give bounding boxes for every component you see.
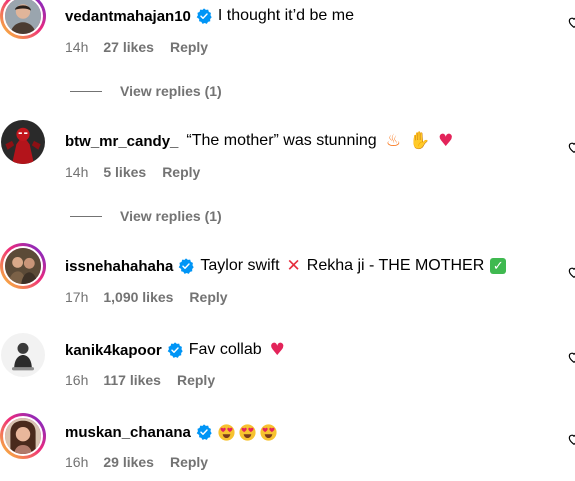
fire-emoji: ♨ <box>385 131 401 151</box>
avatar-photo <box>1 120 45 164</box>
verified-badge-icon <box>196 8 212 24</box>
reply-button[interactable]: Reply <box>189 289 227 305</box>
avatar[interactable] <box>0 332 46 378</box>
like-heart-icon[interactable] <box>567 265 575 279</box>
replies-divider <box>70 215 102 217</box>
avatar[interactable] <box>0 243 46 289</box>
username[interactable]: btw_mr_candy_ <box>65 133 178 150</box>
comment-text: I thought it’d be me <box>217 7 354 24</box>
raised-hands-emoji: ✋ <box>408 131 431 151</box>
heart-emoji: ♥ <box>438 131 454 151</box>
comment-time: 16h <box>65 454 89 470</box>
likes-count[interactable]: 1,090 likes <box>103 289 173 305</box>
view-replies-button[interactable]: View replies (1) <box>120 83 222 99</box>
username[interactable]: kanik4kapoor <box>65 342 162 359</box>
comment-text: Rekha ji - THE MOTHER <box>306 257 485 274</box>
comment-time: 14h <box>65 164 89 180</box>
reply-button[interactable]: Reply <box>170 39 208 55</box>
comment-time: 16h <box>65 372 89 388</box>
heart-eyes-emoji <box>218 424 235 441</box>
like-heart-icon[interactable] <box>567 15 575 29</box>
likes-count[interactable]: 117 likes <box>103 372 161 388</box>
view-replies-button[interactable]: View replies (1) <box>120 208 222 224</box>
avatar-photo <box>5 418 41 454</box>
like-heart-icon[interactable] <box>567 350 575 364</box>
like-heart-icon[interactable] <box>567 432 575 446</box>
username[interactable]: muskan_chanana <box>65 424 191 441</box>
reply-button[interactable]: Reply <box>177 372 215 388</box>
like-heart-icon[interactable] <box>567 140 575 154</box>
avatar[interactable] <box>0 119 46 165</box>
likes-count[interactable]: 5 likes <box>103 164 146 180</box>
likes-count[interactable]: 27 likes <box>103 39 154 55</box>
username[interactable]: vedantmahajan10 <box>65 8 191 25</box>
avatar[interactable] <box>0 0 46 39</box>
check-mark-emoji: ✓ <box>490 258 507 274</box>
heart-emoji: ♥ <box>269 340 285 360</box>
comment-time: 17h <box>65 289 89 305</box>
cross-mark-emoji: ✕ <box>286 256 301 276</box>
verified-badge-icon <box>178 258 194 274</box>
verified-badge-icon <box>196 424 212 440</box>
comment-text: Taylor swift <box>200 257 280 274</box>
heart-eyes-emoji <box>260 424 277 441</box>
replies-divider <box>70 90 102 92</box>
heart-eyes-emoji <box>239 424 256 441</box>
likes-count[interactable]: 29 likes <box>103 454 154 470</box>
avatar-photo <box>5 248 41 284</box>
reply-button[interactable]: Reply <box>162 164 200 180</box>
comment-time: 14h <box>65 39 89 55</box>
avatar-photo <box>1 333 45 377</box>
reply-button[interactable]: Reply <box>170 454 208 470</box>
verified-badge-icon <box>167 342 183 358</box>
avatar-photo <box>5 0 41 34</box>
comment-text: Fav collab <box>188 341 262 358</box>
username[interactable]: issnehahahaha <box>65 258 173 275</box>
avatar[interactable] <box>0 413 46 459</box>
comment-text: “The mother” was stunning <box>186 132 377 149</box>
